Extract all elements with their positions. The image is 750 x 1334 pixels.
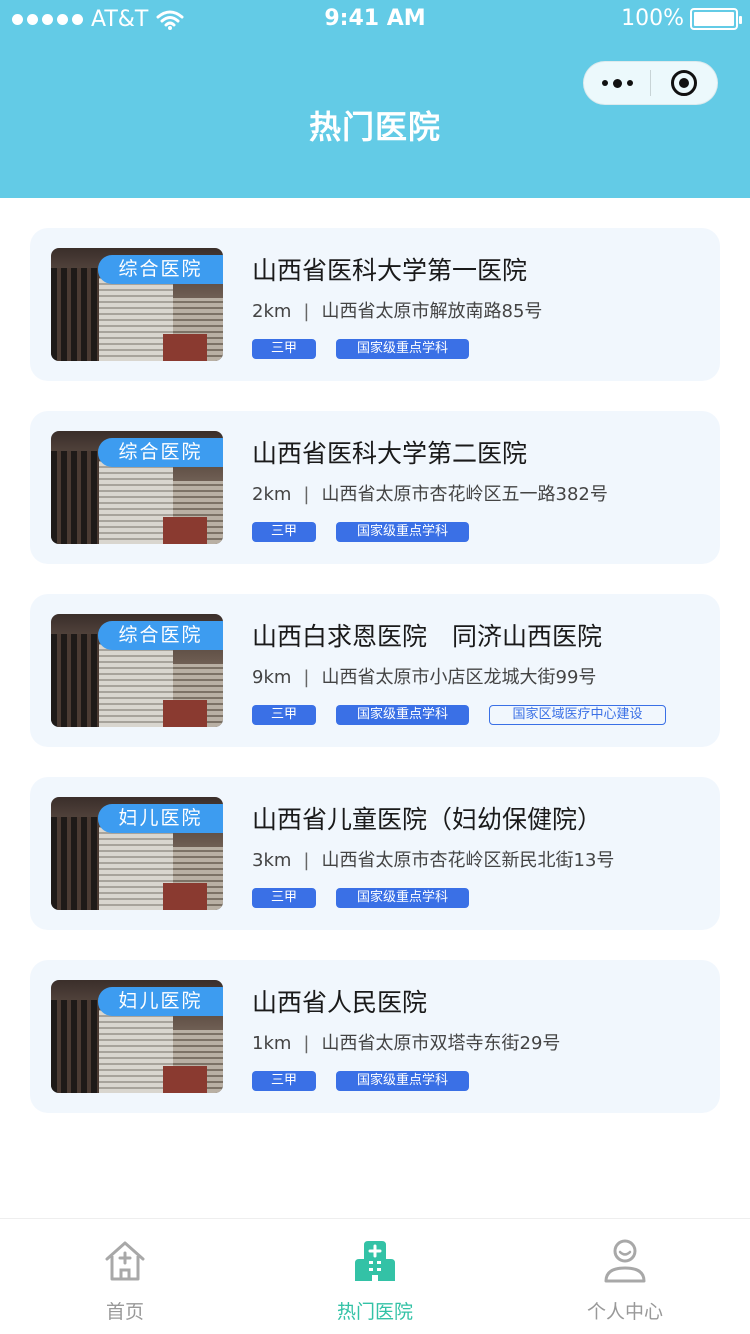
hospital-name: 山西省医科大学第一医院 xyxy=(252,256,528,285)
hospital-badge: 国家级重点学科 xyxy=(336,888,469,908)
hospital-card[interactable]: 妇儿医院 山西省儿童医院（妇幼保健院） 3km | 山西省太原市杏花岭区新民北街13号三… xyxy=(30,777,720,930)
hospital-address: 山西省太原市杏花岭区五一路382号 xyxy=(321,484,608,505)
meta-separator: | xyxy=(303,667,310,688)
hospital-category-tag: 综合医院 xyxy=(98,621,223,650)
meta-separator: | xyxy=(303,850,310,871)
meta-separator: | xyxy=(303,1033,310,1054)
hospital-card[interactable]: 妇儿医院 山西省人民医院 1km | 山西省太原市双塔寺东街29号 三甲 国家级重点学科 xyxy=(30,960,720,1113)
hospital-meta: 2km | 山西省太原市解放南路85号 xyxy=(252,300,710,324)
hospital-meta: 2km | 山西省太原市杏花岭区五一路382号 xyxy=(252,483,710,507)
hospital-name: 山西省医科大学第二医院 xyxy=(252,439,528,468)
hospital-name: 山西白求恩医院 同济山西医院 xyxy=(252,622,603,651)
hospital-badge: 三甲 xyxy=(252,522,316,542)
hospital-badge: 国家级重点学科 xyxy=(336,522,469,542)
status-bar: AT&T 9:41 AM 100% xyxy=(0,0,750,40)
hospital-photo: 综合医院 xyxy=(51,431,223,544)
tab-home-label: 首页 xyxy=(105,1301,144,1323)
page-title: 热门医院 xyxy=(308,108,441,146)
hospital-distance: 3km xyxy=(252,850,292,871)
hospital-distance: 2km xyxy=(252,484,292,505)
hospital-icon xyxy=(355,1241,395,1281)
hospital-category-tag: 妇儿医院 xyxy=(98,804,223,833)
miniprogram-capsule xyxy=(583,61,718,105)
hospital-category-tag: 妇儿医院 xyxy=(98,987,223,1016)
hospital-info: 山西省医科大学第二医院 2km | 山西省太原市杏花岭区五一路382号 三甲 国家级重点学… xyxy=(252,437,710,542)
more-dots-icon[interactable] xyxy=(584,61,650,105)
tab-bar: 首页 热门医院 个人中心 xyxy=(0,1218,750,1334)
hospital-address: 山西省太原市解放南路85号 xyxy=(321,301,543,322)
tab-home[interactable]: 首页 xyxy=(0,1219,250,1334)
hospital-distance: 2km xyxy=(252,301,292,322)
target-circle-icon xyxy=(670,70,697,96)
hospital-badge: 三甲 xyxy=(252,1071,316,1091)
battery-percent: 100% xyxy=(621,6,684,31)
hospital-tags: 三甲 国家级重点学科 xyxy=(252,1071,710,1091)
hospital-meta: 9km | 山西省太原市小店区龙城大街99号 xyxy=(252,666,710,690)
tab-profile-label: 个人中心 xyxy=(586,1301,663,1323)
hospital-card[interactable]: 综合医院 山西省医科大学第一医院 2km | 山西省太原市解放南路85号 三甲 国家级重点学… xyxy=(30,228,720,381)
hospital-info: 山西省医科大学第一医院 2km | 山西省太原市解放南路85号 三甲 国家级重点学科 xyxy=(252,254,710,359)
tab-hot-hospitals[interactable]: 热门医院 xyxy=(250,1219,500,1334)
hospital-name: 山西省儿童医院（妇幼保健院） xyxy=(252,805,603,834)
header: AT&T 9:41 AM 100% 热门医院 xyxy=(0,0,750,198)
hospital-badge: 三甲 xyxy=(252,888,316,908)
hospital-name: 山西省人民医院 xyxy=(252,988,428,1017)
tab-profile[interactable]: 个人中心 xyxy=(500,1219,750,1334)
hospital-tags: 三甲 国家级重点学科 xyxy=(252,888,710,908)
hospital-list: 综合医院 山西省医科大学第一医院 2km | 山西省太原市解放南路85号 三甲 国家级重点学… xyxy=(30,228,720,1143)
hospital-tags: 三甲 国家级重点学科 xyxy=(252,522,710,542)
hospital-tags: 三甲 国家级重点学科 国家区域医疗中心建设 xyxy=(252,705,710,725)
hospital-photo: 妇儿医院 xyxy=(51,980,223,1093)
hospital-badge: 国家级重点学科 xyxy=(336,1071,469,1091)
close-miniprogram-button[interactable] xyxy=(651,61,717,105)
user-icon xyxy=(604,1239,646,1283)
hospital-tags: 三甲 国家级重点学科 xyxy=(252,339,710,359)
status-right: 100% xyxy=(621,6,742,31)
tab-hot-hospitals-label: 热门医院 xyxy=(336,1301,413,1323)
hospital-meta: 3km | 山西省太原市杏花岭区新民北街13号 xyxy=(252,849,710,873)
hospital-badge: 国家级重点学科 xyxy=(336,339,469,359)
home-icon xyxy=(105,1241,145,1281)
hospital-distance: 1km xyxy=(252,1033,292,1054)
hospital-info: 山西白求恩医院 同济山西医院 9km | 山西省太原市小店区龙城大街99号 三甲 国家级重… xyxy=(252,620,710,725)
hospital-card[interactable]: 综合医院 山西省医科大学第二医院 2km | 山西省太原市杏花岭区五一路382号 三甲 国家… xyxy=(30,411,720,564)
hospital-category-tag: 综合医院 xyxy=(98,438,223,467)
hospital-info: 山西省人民医院 1km | 山西省太原市双塔寺东街29号 三甲 国家级重点学科 xyxy=(252,986,710,1091)
hospital-photo: 综合医院 xyxy=(51,614,223,727)
hospital-info: 山西省儿童医院（妇幼保健院） 3km | 山西省太原市杏花岭区新民北街13号 三甲 国家级… xyxy=(252,803,710,908)
hospital-address: 山西省太原市双塔寺东街29号 xyxy=(321,1033,561,1054)
hospital-badge: 三甲 xyxy=(252,705,316,725)
hospital-address: 山西省太原市杏花岭区新民北街13号 xyxy=(321,850,615,871)
meta-separator: | xyxy=(303,484,310,505)
hospital-address: 山西省太原市小店区龙城大街99号 xyxy=(321,667,597,688)
meta-separator: | xyxy=(303,301,310,322)
hospital-meta: 1km | 山西省太原市双塔寺东街29号 xyxy=(252,1032,710,1056)
hospital-photo: 综合医院 xyxy=(51,248,223,361)
hospital-category-tag: 综合医院 xyxy=(98,255,223,284)
app-root: AT&T 9:41 AM 100% 热门医院 综合医院 山西省医科大学第一医院 … xyxy=(0,0,750,1334)
hospital-card[interactable]: 综合医院 山西白求恩医院 同济山西医院 9km | 山西省太原市小店区龙城大街99号 三甲… xyxy=(30,594,720,747)
hospital-outline-badge: 国家区域医疗中心建设 xyxy=(489,705,666,725)
hospital-distance: 9km xyxy=(252,667,292,688)
battery-icon xyxy=(690,7,742,30)
hospital-badge: 三甲 xyxy=(252,339,316,359)
hospital-photo: 妇儿医院 xyxy=(51,797,223,910)
hospital-badge: 国家级重点学科 xyxy=(336,705,469,725)
